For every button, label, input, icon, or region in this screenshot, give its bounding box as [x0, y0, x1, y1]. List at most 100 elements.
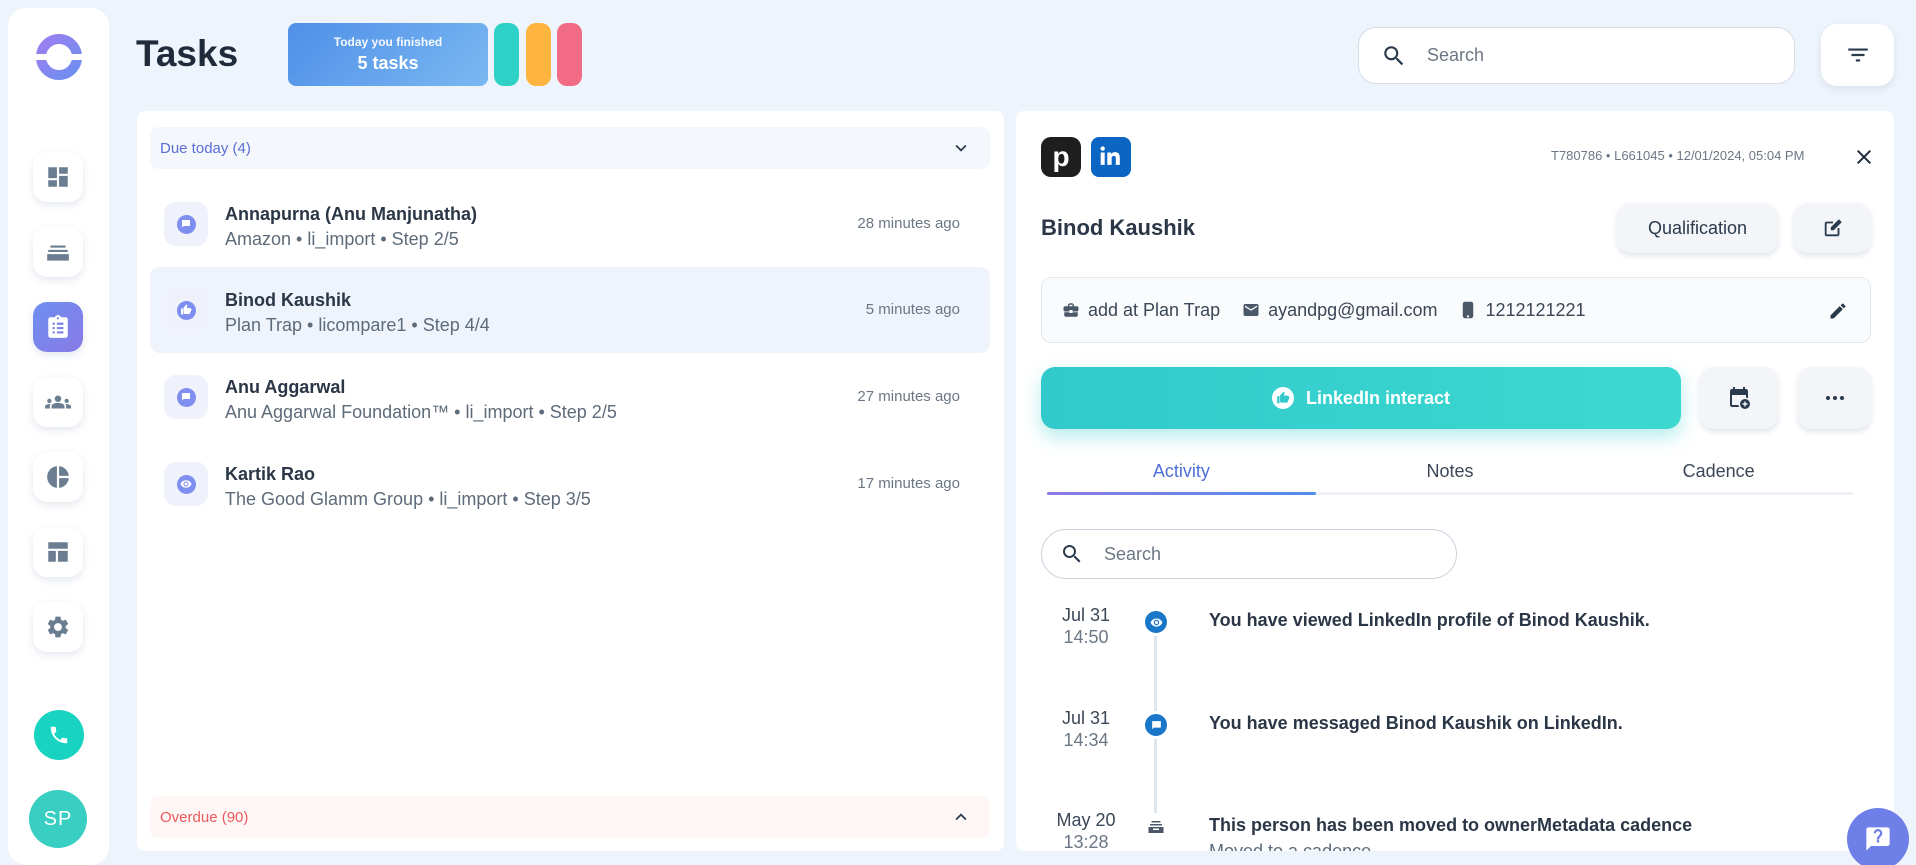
tasks-icon [48, 315, 68, 338]
nav-templates[interactable] [33, 527, 83, 577]
contact-name: Binod Kaushik [1041, 215, 1196, 240]
activity-date: Jul 31 14:50 [1046, 604, 1126, 648]
tab-notes[interactable]: Notes [1316, 449, 1585, 492]
eye-icon [1150, 617, 1162, 627]
activity-day: May 20 [1056, 810, 1116, 830]
avatar[interactable]: SP [29, 790, 87, 848]
task-time: 17 minutes ago [857, 475, 960, 492]
task-subtitle: The Good Glamm Group • li_import • Step … [225, 489, 591, 509]
like-icon [181, 304, 192, 315]
overdue-header[interactable]: Overdue (90) [150, 796, 990, 838]
nav-reports[interactable] [33, 452, 83, 502]
close-icon [1857, 150, 1871, 164]
briefcase-icon [1063, 303, 1079, 317]
pie-chart-icon [47, 466, 69, 488]
phone-text: 1212121221 [1485, 299, 1586, 320]
overdue-label: Overdue (90) [160, 808, 249, 826]
nav-tasks[interactable] [33, 302, 83, 352]
task-type-badge [164, 288, 208, 332]
task-row[interactable]: Anu Aggarwal Anu Aggarwal Foundation™ • … [150, 354, 990, 440]
task-name: Annapurna (Anu Manjunatha) [225, 204, 477, 224]
search-icon [1384, 45, 1404, 65]
contact-info-bar: add at Plan Trap ayandpg@gmail.com 12121… [1041, 277, 1871, 343]
email-item[interactable]: ayandpg@gmail.com [1242, 300, 1437, 321]
activity-item: May 20 13:28 This person has been moved … [1016, 809, 1894, 851]
activity-subtitle: Moved to a cadence [1209, 841, 1372, 851]
activity-title: You have messaged Binod Kaushik on Linke… [1209, 713, 1623, 733]
task-row[interactable]: Annapurna (Anu Manjunatha) Amazon • li_i… [150, 181, 990, 267]
activity-item: Jul 31 14:34 You have messaged Binod Kau… [1016, 707, 1894, 787]
edit-contact-button[interactable] [1794, 203, 1871, 253]
activity-search-bar [1041, 529, 1457, 579]
task-time: 5 minutes ago [865, 301, 960, 318]
nav-dashboard[interactable] [33, 152, 83, 202]
schedule-button[interactable] [1700, 367, 1778, 429]
activity-search-input[interactable] [1104, 543, 1404, 565]
activity-title: This person has been moved to ownerMetad… [1209, 815, 1693, 835]
call-button[interactable] [34, 710, 84, 760]
filter-icon [1847, 48, 1868, 62]
activity-date: May 20 13:28 [1046, 809, 1126, 851]
edit-square-icon [1824, 219, 1842, 237]
gear-icon [47, 616, 69, 638]
message-icon [182, 393, 190, 401]
tab-cadence[interactable]: Cadence [1584, 449, 1853, 492]
finished-count: 5 tasks [357, 53, 419, 73]
task-detail-panel: p T780786 • L661045 • 12/01/2024, 05:04 … [1016, 111, 1894, 851]
activity-time: 14:50 [1063, 627, 1109, 647]
activity-node [1142, 711, 1170, 739]
filter-button[interactable] [1821, 24, 1894, 86]
status-pill-teal[interactable] [494, 23, 519, 86]
help-chat-button[interactable] [1847, 808, 1909, 865]
task-subtitle: Plan Trap • licompare1 • Step 4/4 [225, 315, 490, 335]
activity-node [1142, 813, 1170, 841]
source-p-icon[interactable]: p [1041, 137, 1081, 177]
edit-info-button[interactable] [1828, 301, 1848, 321]
dashboard-icon [48, 167, 68, 187]
company-text: add at Plan Trap [1088, 299, 1221, 320]
task-time: 28 minutes ago [857, 215, 960, 232]
task-row[interactable]: Kartik Rao The Good Glamm Group • li_imp… [150, 441, 990, 527]
detail-tabs: Activity Notes Cadence [1047, 449, 1853, 495]
task-name: Binod Kaushik [225, 290, 352, 310]
qualification-button[interactable]: Qualification [1617, 203, 1778, 253]
like-icon [1271, 387, 1294, 409]
finished-tasks-card: Today you finished 5 tasks [288, 23, 488, 86]
activity-item: Jul 31 14:50 You have viewed LinkedIn pr… [1016, 604, 1894, 684]
close-button[interactable] [1852, 145, 1876, 169]
activity-day: Jul 31 [1061, 605, 1111, 625]
task-row-selected[interactable]: Binod Kaushik Plan Trap • licompare1 • S… [150, 267, 990, 353]
status-pill-pink[interactable] [557, 23, 582, 86]
app-logo-icon[interactable] [35, 33, 83, 81]
activity-date: Jul 31 14:34 [1046, 707, 1126, 751]
search-input[interactable] [1427, 45, 1767, 66]
search-bar [1358, 27, 1795, 84]
phone-item[interactable]: 1212121221 [1459, 299, 1586, 321]
task-subtitle: Anu Aggarwal Foundation™ • li_import • S… [225, 402, 617, 422]
calendar-add-icon [1730, 387, 1750, 409]
finished-caption: Today you finished [333, 35, 443, 49]
tab-activity[interactable]: Activity [1047, 449, 1316, 495]
chevron-up-icon[interactable] [950, 806, 972, 828]
activity-title: You have viewed LinkedIn profile of Bino… [1209, 610, 1650, 630]
chevron-down-icon[interactable] [950, 137, 972, 159]
nav-layers[interactable] [33, 227, 83, 277]
layers-icon [47, 245, 69, 261]
due-today-header[interactable]: Due today (4) [150, 127, 990, 169]
nav-people[interactable] [33, 377, 83, 427]
more-options-button[interactable] [1798, 367, 1871, 429]
pencil-icon [1830, 303, 1846, 319]
layout-icon [48, 542, 68, 562]
phone-icon [50, 726, 68, 744]
people-icon [45, 395, 71, 409]
activity-node [1142, 608, 1170, 636]
linkedin-interact-button[interactable]: LinkedIn interact [1041, 367, 1681, 429]
help-chat-icon [1866, 827, 1890, 851]
nav-settings[interactable] [33, 602, 83, 652]
message-icon [182, 220, 190, 228]
more-horizontal-icon [1825, 396, 1844, 400]
task-subtitle: Amazon • li_import • Step 2/5 [225, 229, 459, 249]
linkedin-icon[interactable] [1091, 137, 1131, 177]
task-list-panel: Due today (4) Annapurna (Anu Manjunatha)… [137, 111, 1004, 851]
status-pill-orange[interactable] [526, 23, 551, 86]
